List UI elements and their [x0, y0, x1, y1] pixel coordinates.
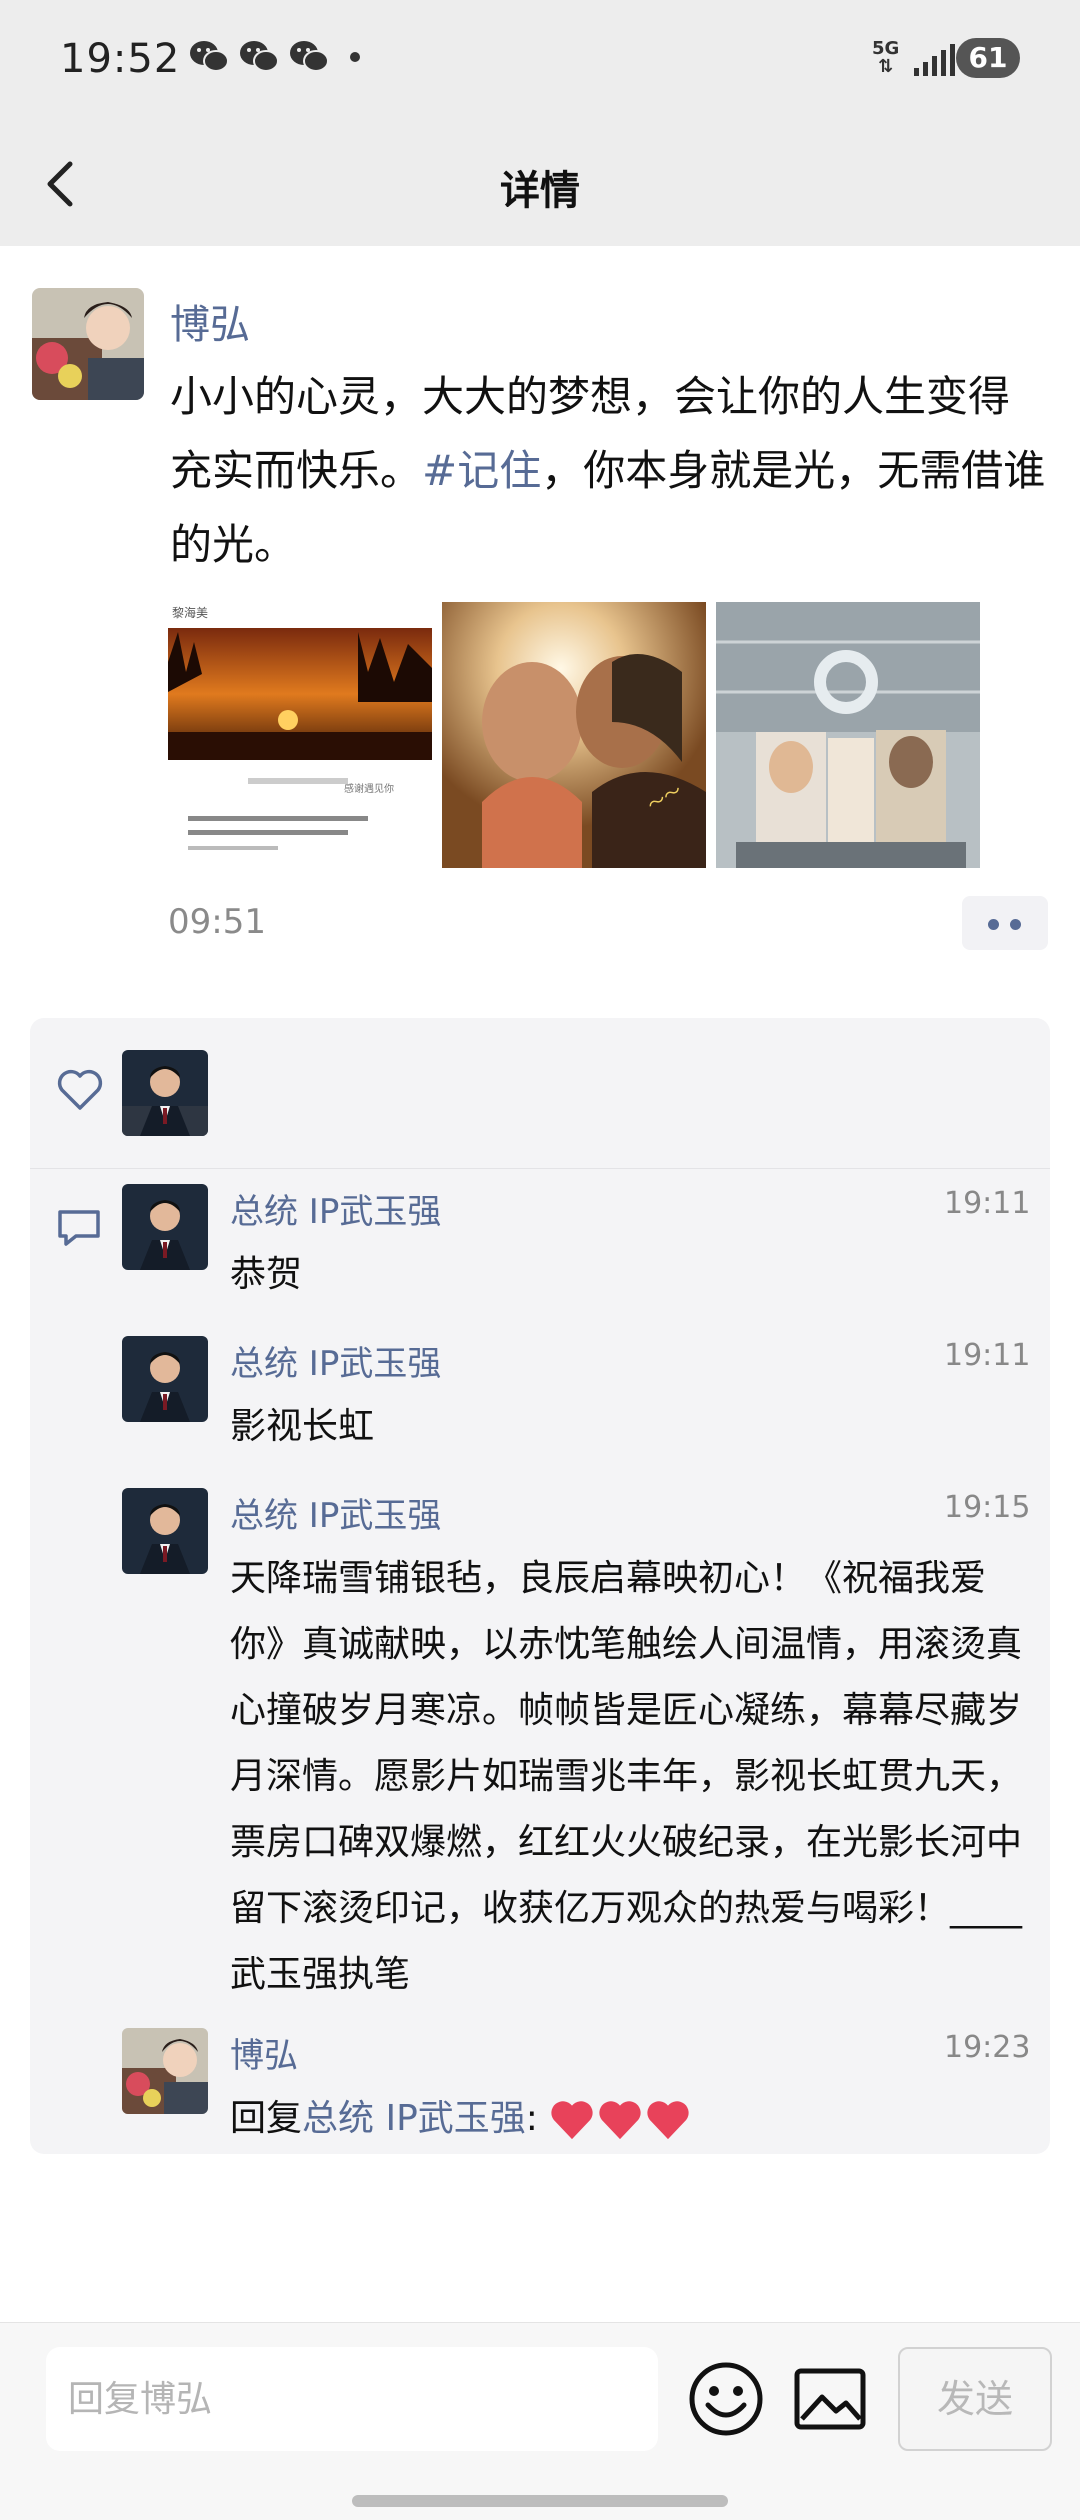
post-photos: 黎海美 感谢遇见你 ～～: [168, 602, 980, 868]
reply-colon: :: [525, 2098, 538, 2139]
wechat-icon: [290, 41, 329, 72]
commenter-avatar[interactable]: [122, 1184, 208, 1270]
send-button[interactable]: 发送: [898, 2347, 1052, 2451]
emoji-icon[interactable]: [686, 2359, 766, 2439]
reply-prefix: 回复: [230, 2098, 303, 2139]
red-heart-icon: [647, 2101, 690, 2140]
status-time: 19:52: [60, 36, 181, 82]
post-hashtag[interactable]: #记住: [422, 446, 541, 495]
photo-caption: 感谢遇见你: [344, 784, 394, 795]
notification-icons: [188, 38, 360, 76]
reply-bar: 发送: [0, 2322, 1080, 2520]
comment-text: 回复总统 IP武玉强:: [230, 2086, 1030, 2152]
post-text: 小小的心灵，大大的梦想，会让你的人生变得充实而快乐。#记住，你本身就是光，无需借…: [170, 360, 1050, 582]
wechat-icon: [240, 41, 279, 72]
page-title: 详情: [500, 168, 580, 214]
battery-indicator: 61: [956, 38, 1020, 78]
commenter-name[interactable]: 总统 IP武玉强: [230, 1488, 441, 1537]
image-icon[interactable]: [792, 2363, 868, 2435]
comment-time: 19:23: [944, 2030, 1031, 2065]
comment-icon: [58, 1210, 100, 1246]
commenter-name[interactable]: 博弘: [230, 2028, 298, 2077]
post-photo-1[interactable]: 黎海美 感谢遇见你: [168, 602, 432, 868]
reply-target[interactable]: 总统 IP武玉强: [302, 2098, 526, 2139]
author-avatar[interactable]: [32, 288, 144, 400]
commenter-avatar[interactable]: [122, 1336, 208, 1422]
divider: [30, 1168, 1050, 1169]
network-label: 5G: [872, 38, 900, 59]
comment-text: 影视长虹: [230, 1406, 375, 1447]
signal-icon: [914, 44, 955, 76]
heart-emojis: [549, 2099, 691, 2141]
like-avatar[interactable]: [122, 1050, 208, 1136]
post-photo-2[interactable]: ～～: [442, 602, 706, 868]
comment-time: 19:15: [944, 1490, 1031, 1525]
post-author[interactable]: 博弘: [170, 292, 250, 350]
commenter-name[interactable]: 总统 IP武玉强: [230, 1336, 441, 1385]
commenter-avatar[interactable]: [122, 2028, 208, 2114]
heart-icon: [57, 1069, 103, 1110]
red-heart-icon: [599, 2101, 642, 2140]
reply-input[interactable]: [46, 2347, 658, 2451]
red-heart-icon: [551, 2101, 594, 2140]
status-dot: [350, 52, 360, 62]
navigation-bar: 详情: [0, 140, 1080, 230]
post-time: 09:51: [168, 902, 266, 942]
likes-row: [30, 1018, 1050, 1168]
comment-text: 天降瑞雪铺银毡，良辰启幕映初心！《祝福我爱你》真诚献映，以赤忱笔触绘人间温情，用…: [230, 1558, 1023, 1995]
network-indicator: 5G ⇅: [872, 38, 900, 77]
comments-section: 总统 IP武玉强 19:11 恭贺 总统 IP武玉强 19:11 影视长虹 总统…: [30, 1018, 1050, 2154]
home-indicator[interactable]: [352, 2495, 728, 2507]
wechat-icon: [190, 41, 229, 72]
comment-time: 19:11: [944, 1338, 1031, 1373]
post-photo-3[interactable]: [716, 602, 980, 868]
comment-time: 19:11: [944, 1186, 1031, 1221]
top-area: 19:52 5G ⇅ 61 详情: [0, 0, 1080, 246]
status-bar: 19:52 5G ⇅ 61: [0, 0, 1080, 120]
more-icon[interactable]: [962, 896, 1048, 950]
commenter-avatar[interactable]: [122, 1488, 208, 1574]
commenter-name[interactable]: 总统 IP武玉强: [230, 1184, 441, 1233]
comment-text: 恭贺: [230, 1254, 303, 1295]
